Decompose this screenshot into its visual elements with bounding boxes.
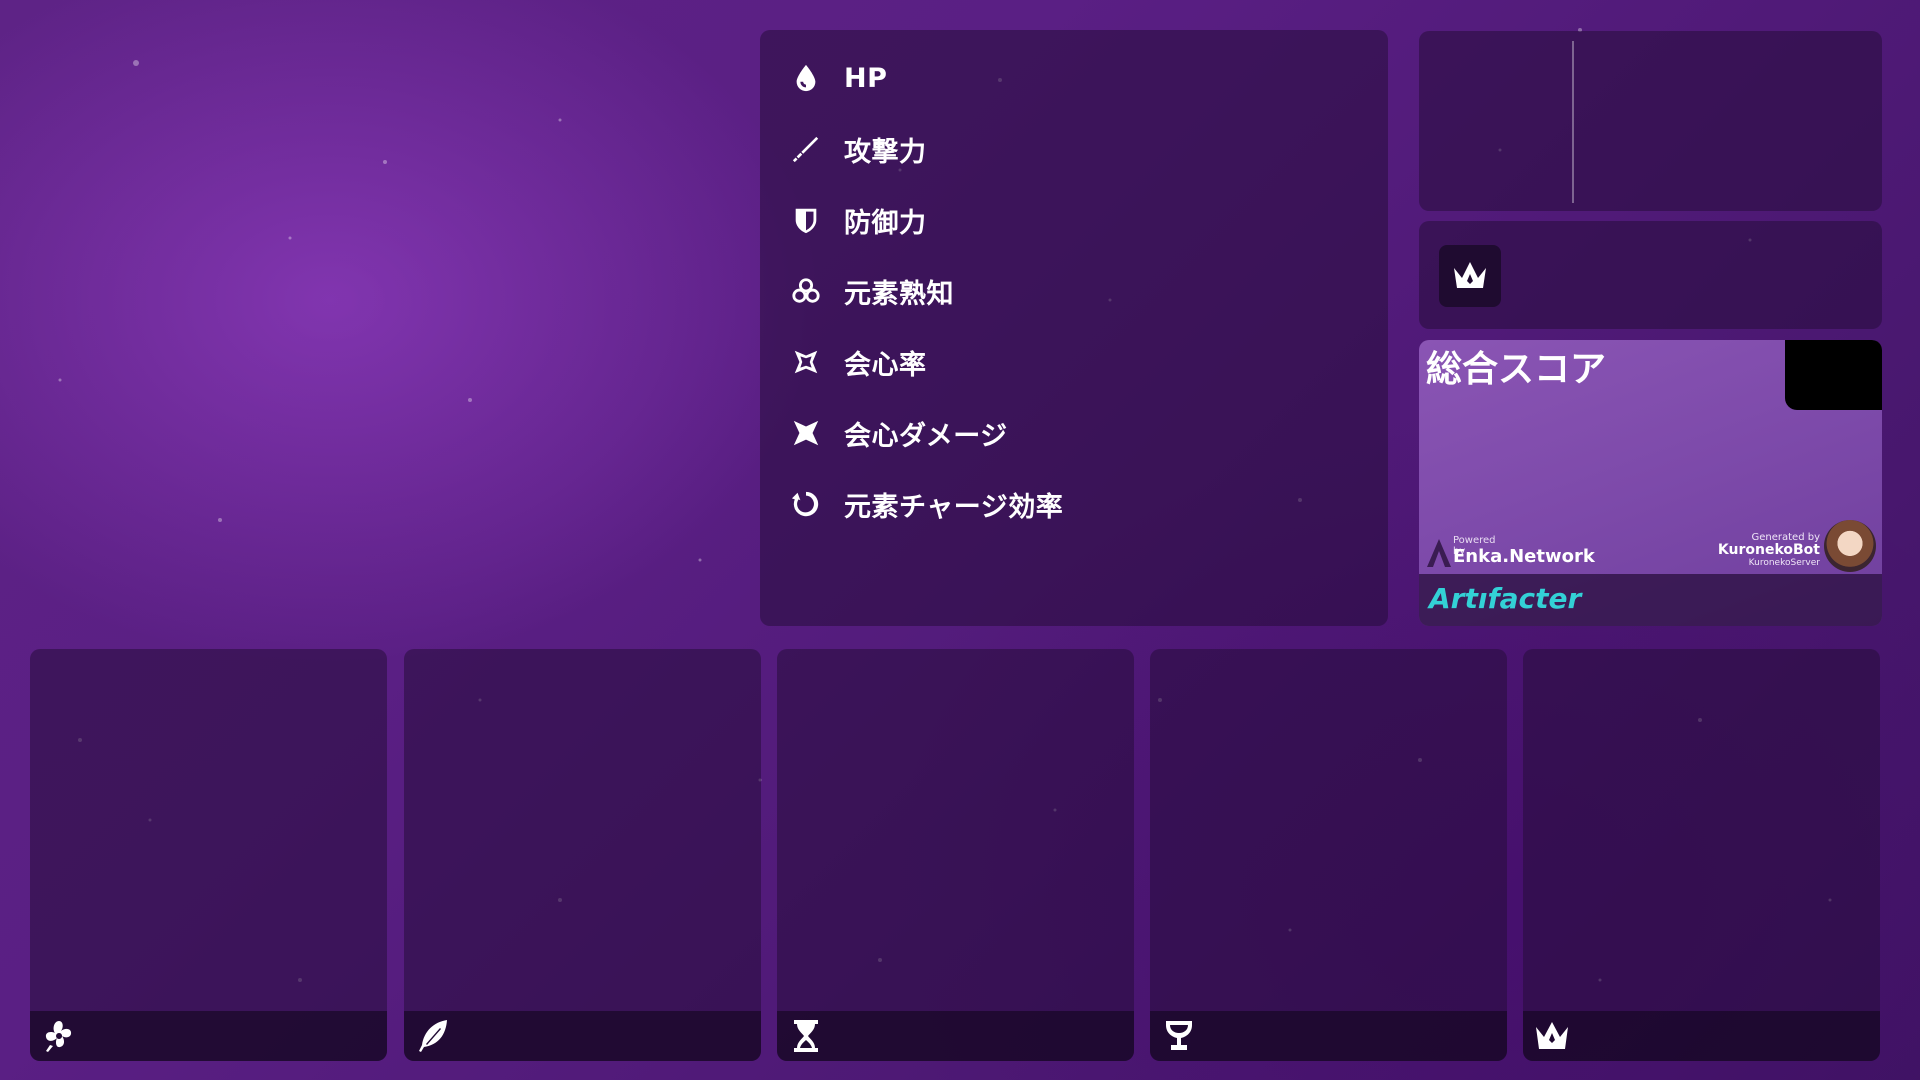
stat-label: 会心率 [844,349,927,381]
artifact-card-plume [404,649,761,1061]
stat-label: 元素熟知 [844,278,954,310]
weapon-panel [1419,31,1882,211]
stat-label: HP [844,62,888,94]
hp-drop-icon [790,62,822,94]
stat-row-energy-recharge: 元素チャージ効率 [790,484,1063,524]
score-rank-badge [1785,340,1882,410]
crit-rate-icon [790,346,822,378]
stat-row-crit-rate: 会心率 [790,342,927,382]
artifact-card-sands [777,649,1134,1061]
stat-label: 防御力 [844,207,927,239]
flower-icon [40,1017,78,1055]
artifact-card-flower [30,649,387,1061]
server-name-label: KuronekoServer [1748,558,1820,568]
brand-bar: Artıfacter [1419,574,1882,626]
artifact-card-footer [404,1011,761,1061]
set-bonus-panel [1419,221,1882,329]
crit-damage-icon [790,417,822,449]
artifact-card-footer [1150,1011,1507,1061]
enka-network-label: Enka.Network [1453,546,1595,567]
crown-icon [1533,1017,1571,1055]
feather-icon [414,1017,452,1055]
energy-recharge-icon [790,488,822,520]
artifact-card-footer [777,1011,1134,1061]
stats-panel: HP 攻撃力 防御力 元素熟知 会心率 会心ダメージ 元素チャージ効率 [760,30,1388,626]
avatar [1824,520,1876,572]
artifact-card-footer [30,1011,387,1061]
stat-label: 元素チャージ効率 [844,491,1064,523]
artifact-card-goblet [1150,649,1507,1061]
stat-label: 攻撃力 [844,136,927,168]
attack-sword-icon [790,133,822,165]
stat-row-elemental-mastery: 元素熟知 [790,271,954,311]
crown-icon [1439,245,1501,307]
enka-logo-icon [1427,539,1451,567]
brand-label: Artıfacter [1429,582,1582,615]
divider [1572,41,1574,203]
stat-row-hp: HP [790,58,887,98]
hourglass-icon [787,1017,825,1055]
artifact-card-footer [1523,1011,1880,1061]
goblet-icon [1160,1017,1198,1055]
generated-by-kuroneko: Generated by KuronekoBot KuronekoServer [1718,520,1878,572]
score-title: 総合スコア [1426,349,1607,390]
bot-name-label: KuronekoBot [1717,542,1820,558]
stat-row-defense: 防御力 [790,200,927,240]
stat-row-attack: 攻撃力 [790,129,927,169]
elemental-mastery-icon [790,275,822,307]
stat-row-crit-damage: 会心ダメージ [790,413,1008,453]
score-panel: 総合スコア Powered by Enka.Network Generated … [1419,340,1882,626]
artifact-card-circlet [1523,649,1880,1061]
stat-label: 会心ダメージ [844,420,1008,452]
defense-shield-icon [790,204,822,236]
